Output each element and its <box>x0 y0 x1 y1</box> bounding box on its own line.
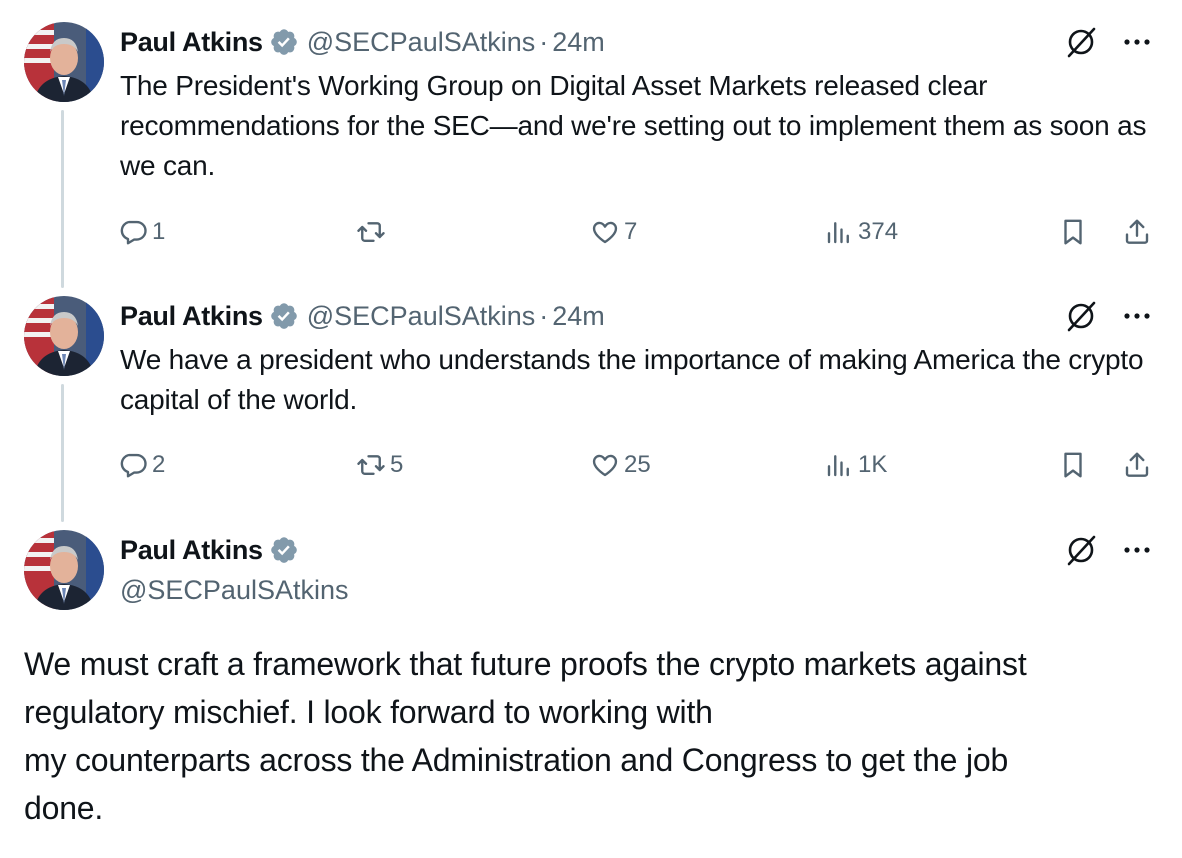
reply-button[interactable]: 2 <box>118 445 165 485</box>
timestamp[interactable]: 24m <box>552 301 605 332</box>
like-icon <box>592 221 618 244</box>
reply-icon <box>120 220 147 245</box>
reply-count: 2 <box>152 451 166 478</box>
retweet-icon <box>357 455 385 475</box>
avatar[interactable] <box>24 22 104 102</box>
tweet-top-icons <box>1064 296 1152 336</box>
tweet-top-icons <box>1064 22 1152 62</box>
main-tweet-line: done. <box>24 790 104 826</box>
share-icon <box>1125 452 1149 477</box>
tweet-text: The President's Working Group on Digital… <box>120 70 1147 181</box>
separator: · <box>539 300 549 331</box>
retweet-icon <box>357 222 385 242</box>
views-button[interactable]: 1K <box>824 445 887 485</box>
verified-badge-icon[interactable] <box>269 535 299 565</box>
like-button[interactable]: 7 <box>590 212 637 252</box>
tweet-header: Paul Atkins @SECPaulSAtkins · 24m <box>120 22 605 62</box>
share-button[interactable] <box>1122 212 1152 252</box>
timestamp[interactable]: 24m <box>552 27 605 58</box>
more-icon[interactable] <box>1122 535 1152 565</box>
bookmark-button[interactable] <box>1058 212 1088 252</box>
like-count: 25 <box>624 451 651 478</box>
avatar[interactable] <box>24 530 104 610</box>
share-button[interactable] <box>1122 445 1152 485</box>
retweet-button[interactable]: 5 <box>356 445 403 485</box>
grok-icon[interactable] <box>1064 533 1098 567</box>
author-handle[interactable]: @SECPaulSAtkins <box>120 570 349 610</box>
thread-line <box>61 384 64 522</box>
retweet-count: 5 <box>390 451 404 478</box>
tweet-actions: 1 7 374 <box>118 212 1158 252</box>
tweet-header: Paul Atkins @SECPaulSAtkins · 24m <box>120 296 605 336</box>
verified-badge-icon[interactable] <box>269 301 299 331</box>
author-name[interactable]: Paul Atkins <box>120 535 263 566</box>
views-icon <box>827 222 849 244</box>
main-tweet-line: my counterparts across the Administratio… <box>24 742 1009 778</box>
main-tweet-line: We must craft a framework that future pr… <box>24 646 1027 682</box>
like-count: 7 <box>624 218 638 245</box>
avatar[interactable] <box>24 296 104 376</box>
views-button[interactable]: 374 <box>824 212 898 252</box>
main-tweet-header: Paul Atkins @SECPaulSAtkins <box>120 530 349 610</box>
tweet-actions: 2 5 25 1K <box>118 445 1158 485</box>
retweet-button[interactable] <box>356 212 390 252</box>
thread-line <box>61 110 64 288</box>
author-name[interactable]: Paul Atkins <box>120 27 263 58</box>
reply-icon <box>120 453 147 478</box>
like-button[interactable]: 25 <box>590 445 651 485</box>
more-icon[interactable] <box>1122 27 1152 57</box>
verified-badge-icon[interactable] <box>269 27 299 57</box>
reply-button[interactable]: 1 <box>118 212 165 252</box>
views-icon <box>827 455 849 477</box>
grok-icon[interactable] <box>1064 299 1098 333</box>
author-handle[interactable]: @SECPaulSAtkins <box>307 27 536 58</box>
grok-icon[interactable] <box>1064 25 1098 59</box>
views-count: 374 <box>858 218 899 245</box>
separator: · <box>539 26 549 57</box>
reply-count: 1 <box>152 218 166 245</box>
views-count: 1K <box>858 451 888 478</box>
bookmark-icon <box>1064 219 1082 245</box>
tweet-top-icons <box>1064 530 1152 570</box>
author-name[interactable]: Paul Atkins <box>120 301 263 332</box>
main-tweet-line: regulatory mischief. I look forward to w… <box>24 694 713 730</box>
like-icon <box>592 454 618 477</box>
bookmark-icon <box>1064 452 1082 478</box>
bookmark-button[interactable] <box>1058 445 1088 485</box>
author-handle[interactable]: @SECPaulSAtkins <box>307 301 536 332</box>
share-icon <box>1125 219 1149 244</box>
more-icon[interactable] <box>1122 301 1152 331</box>
tweet-text: We have a president who understands the … <box>120 344 1144 415</box>
main-tweet-text: We must craft a framework that future pr… <box>24 640 1164 832</box>
